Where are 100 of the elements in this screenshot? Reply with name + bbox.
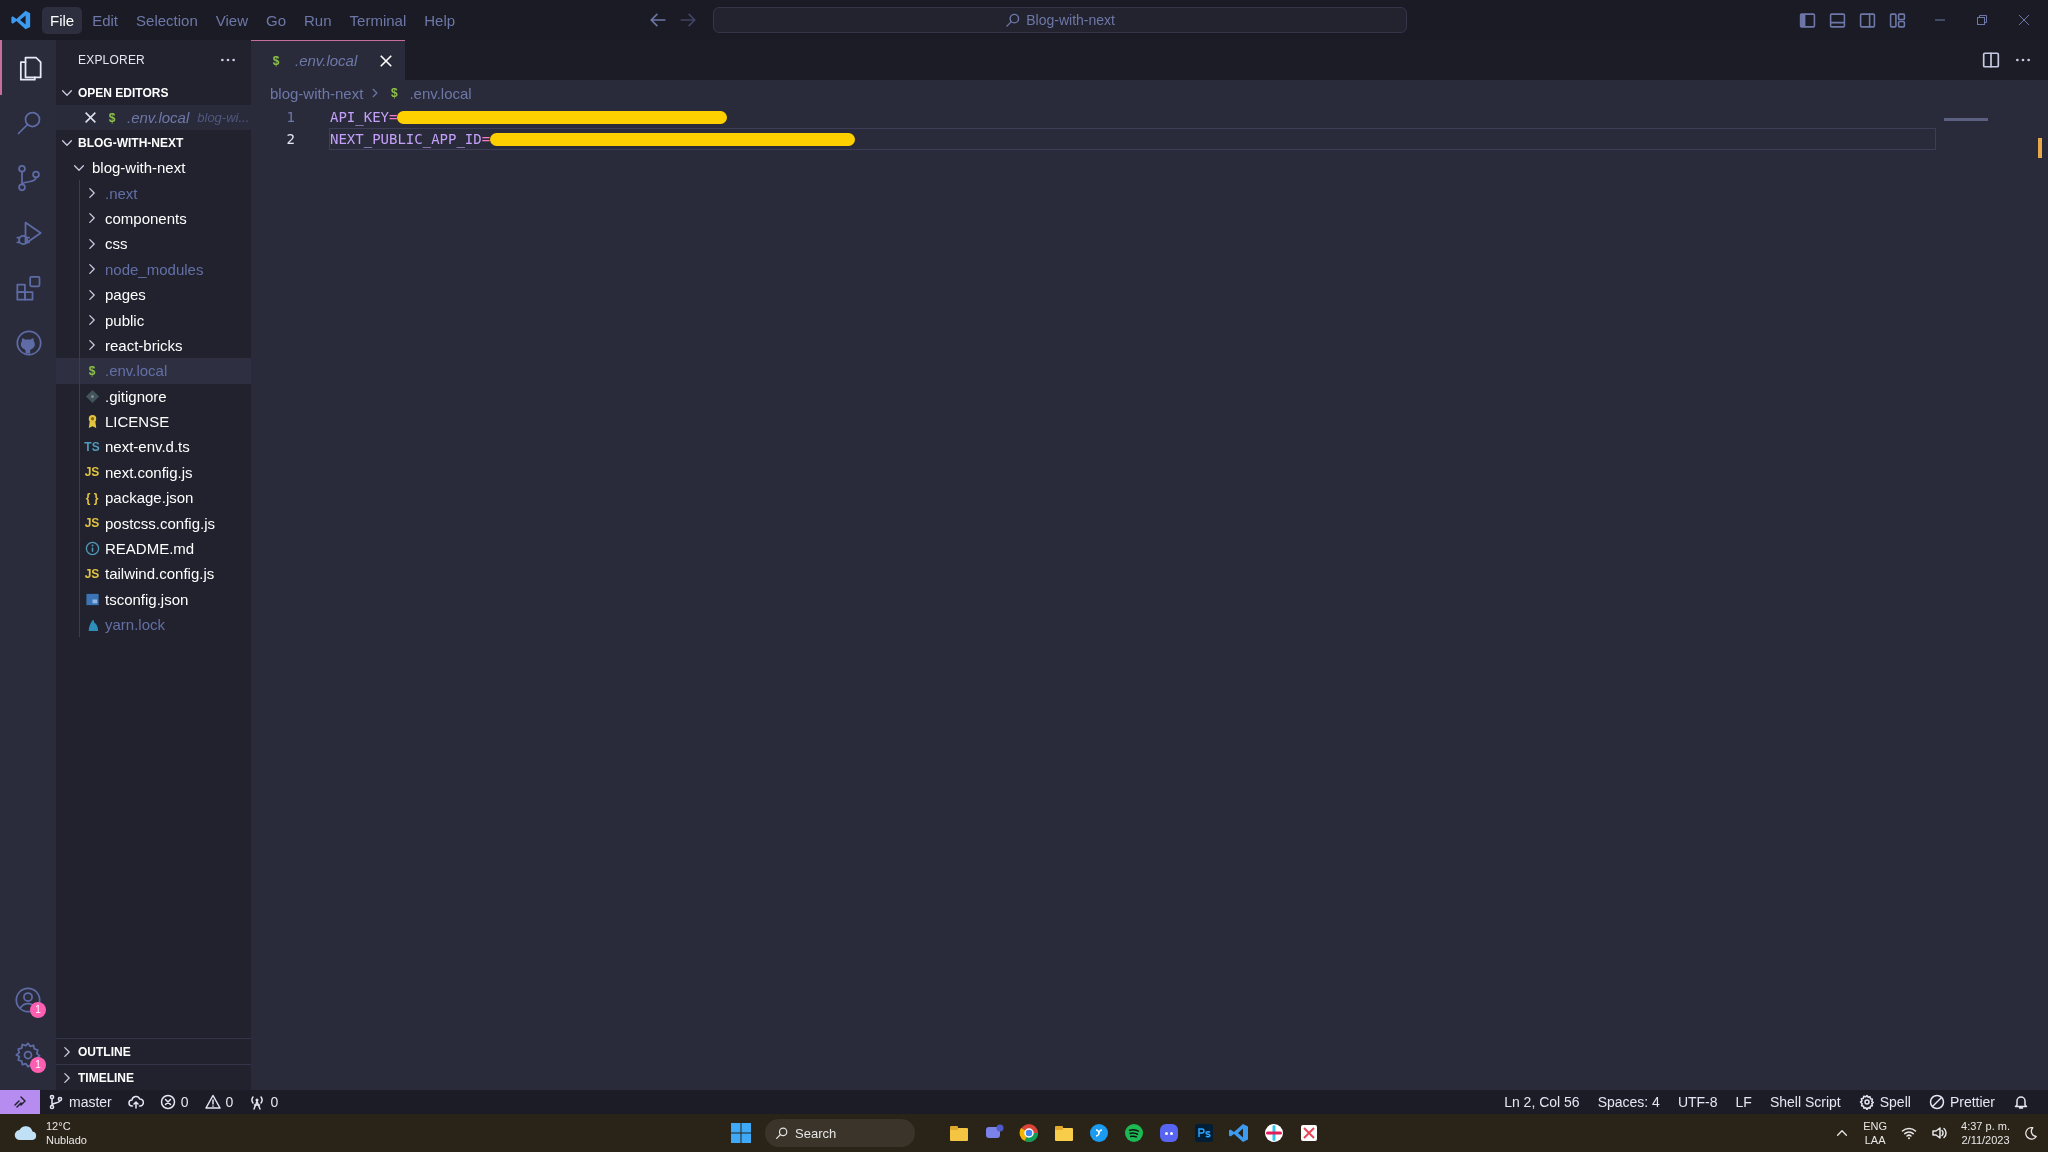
layout-grid-icon[interactable]	[1889, 11, 1906, 29]
tree-item[interactable]: $ .env.local	[56, 358, 251, 384]
app-logo-icon	[10, 9, 32, 31]
status-item[interactable]: Prettier	[1919, 1090, 2004, 1114]
scrollbar-marker	[2038, 138, 2042, 158]
status-item[interactable]: UTF-8	[1668, 1090, 1727, 1114]
code-text: API_KEY	[330, 109, 389, 125]
status-item[interactable]: 0	[151, 1090, 197, 1114]
info-icon	[84, 541, 100, 557]
panel-title: EXPLORER	[78, 53, 145, 67]
cloud-upload-icon[interactable]	[127, 1094, 144, 1110]
status-item[interactable]: Spaces: 4	[1588, 1090, 1669, 1114]
split-editor-icon[interactable]	[1982, 51, 2000, 69]
tree-item[interactable]: pages	[56, 281, 251, 308]
tree-item[interactable]: README.md	[56, 535, 251, 562]
panel-toggle-icon[interactable]	[1829, 11, 1846, 29]
file-name: .env.local	[127, 109, 190, 126]
dollar-icon: $	[85, 363, 99, 378]
menu-item[interactable]: Help	[416, 6, 464, 34]
code-editor-icon[interactable]	[1228, 1122, 1250, 1144]
messenger-icon[interactable]	[1088, 1122, 1110, 1144]
status-item[interactable]: LF	[1726, 1090, 1761, 1114]
cloud-icon[interactable]	[14, 1124, 38, 1142]
status-item[interactable]: master	[40, 1090, 120, 1114]
menu-item[interactable]: Terminal	[341, 6, 415, 34]
search-icon	[775, 1127, 788, 1140]
dollar-icon: $	[387, 86, 402, 100]
tree-item[interactable]: JS postcss.config.js	[56, 510, 251, 536]
chat-app-icon[interactable]	[1158, 1122, 1180, 1144]
temperature-label: 12°C	[46, 1119, 72, 1133]
code-text: =	[389, 109, 398, 125]
status-item[interactable]: Spell	[1849, 1090, 1920, 1114]
menu-item[interactable]: Go	[258, 6, 294, 34]
language-label: ENG	[1863, 1119, 1888, 1133]
js-icon: JS	[84, 566, 100, 581]
tree-item[interactable]: { } package.json	[56, 485, 251, 511]
tree-item[interactable]: LICENSE	[56, 408, 251, 435]
line-number: 2	[285, 131, 295, 147]
speaker-icon[interactable]	[1931, 1125, 1948, 1141]
menu-item[interactable]: View	[207, 6, 256, 34]
accounts-icon[interactable]	[14, 985, 42, 1014]
browser-icon[interactable]	[1018, 1122, 1040, 1144]
bell-icon[interactable]	[2013, 1094, 2029, 1110]
tree-item[interactable]: blog-with-next	[56, 155, 251, 181]
diamond-icon	[84, 388, 100, 404]
warning-icon	[204, 1094, 221, 1110]
restore-icon[interactable]	[1976, 14, 1988, 26]
workspace-app-icon[interactable]	[1263, 1122, 1285, 1144]
search-icon	[1005, 12, 1021, 28]
command-center[interactable]: Blog-with-next	[713, 7, 1408, 33]
moon-icon[interactable]	[2024, 1126, 2038, 1140]
tree-item[interactable]: .gitignore	[56, 383, 251, 409]
menu-item[interactable]: Selection	[128, 6, 206, 34]
status-item[interactable]: 0	[241, 1090, 287, 1114]
tree-item[interactable]: public	[56, 307, 251, 333]
code-text: NEXT_PUBLIC_APP_ID	[330, 131, 482, 147]
tree-item[interactable]: JS tailwind.config.js	[56, 561, 251, 587]
minimap-preview	[1944, 118, 1988, 121]
search-field[interactable]: Search	[765, 1119, 915, 1147]
file-path: blog-wi...	[197, 110, 250, 125]
branch-icon	[48, 1094, 64, 1110]
status-item[interactable]: Ln 2, Col 56	[1495, 1090, 1589, 1114]
menu-item[interactable]: Edit	[84, 6, 127, 34]
tree-item[interactable]: components	[56, 205, 251, 232]
section-header[interactable]: OPEN EDITORS	[56, 80, 251, 105]
notification-badge: 1	[30, 1002, 46, 1018]
clock-date: 2/11/2023	[1961, 1133, 2010, 1147]
tree-item[interactable]: JS next.config.js	[56, 459, 251, 486]
menu-item[interactable]: Run	[296, 6, 340, 34]
dollar-icon: $	[269, 53, 283, 68]
menu-item[interactable]: File	[42, 6, 83, 34]
wifi-icon[interactable]	[1901, 1125, 1918, 1141]
windows-logo-icon[interactable]	[730, 1122, 752, 1144]
status-item[interactable]: 0	[196, 1090, 242, 1114]
tree-item[interactable]: tsconfig.json	[56, 586, 251, 613]
open-editor-item[interactable]: $ .env.local blog-wi...	[56, 105, 251, 130]
section-header[interactable]: BLOG-WITH-NEXT	[56, 130, 251, 155]
extensions-icon	[15, 273, 43, 302]
clock-time: 4:37 p. m.	[1961, 1119, 2010, 1133]
ts-icon: TS	[84, 440, 100, 454]
github-icon	[15, 328, 43, 357]
remote-button[interactable]	[0, 1090, 40, 1114]
tree-item[interactable]: react-bricks	[56, 332, 251, 359]
back-arrow-icon[interactable]	[649, 11, 668, 29]
settings-icon[interactable]	[14, 1040, 42, 1069]
photo-editor-icon[interactable]	[1193, 1122, 1215, 1144]
music-app-icon[interactable]	[1123, 1122, 1145, 1144]
status-item[interactable]: Shell Script	[1760, 1090, 1850, 1114]
snipping-tool-icon[interactable]	[1298, 1122, 1320, 1144]
editor-tab[interactable]: $ .env.local	[251, 40, 406, 80]
js-icon: JS	[84, 516, 100, 531]
sidebar-toggle-icon[interactable]	[1799, 11, 1816, 29]
tree-item[interactable]: TS next-env.d.ts	[56, 434, 251, 460]
braces-icon: { }	[85, 490, 99, 505]
source-control-icon	[15, 163, 43, 192]
secondary-sidebar-icon[interactable]	[1859, 11, 1876, 29]
error-icon	[159, 1094, 176, 1110]
prohibited-icon	[1928, 1094, 1945, 1110]
tree-item[interactable]: css	[56, 231, 251, 257]
notification-badge: 1	[30, 1057, 46, 1073]
